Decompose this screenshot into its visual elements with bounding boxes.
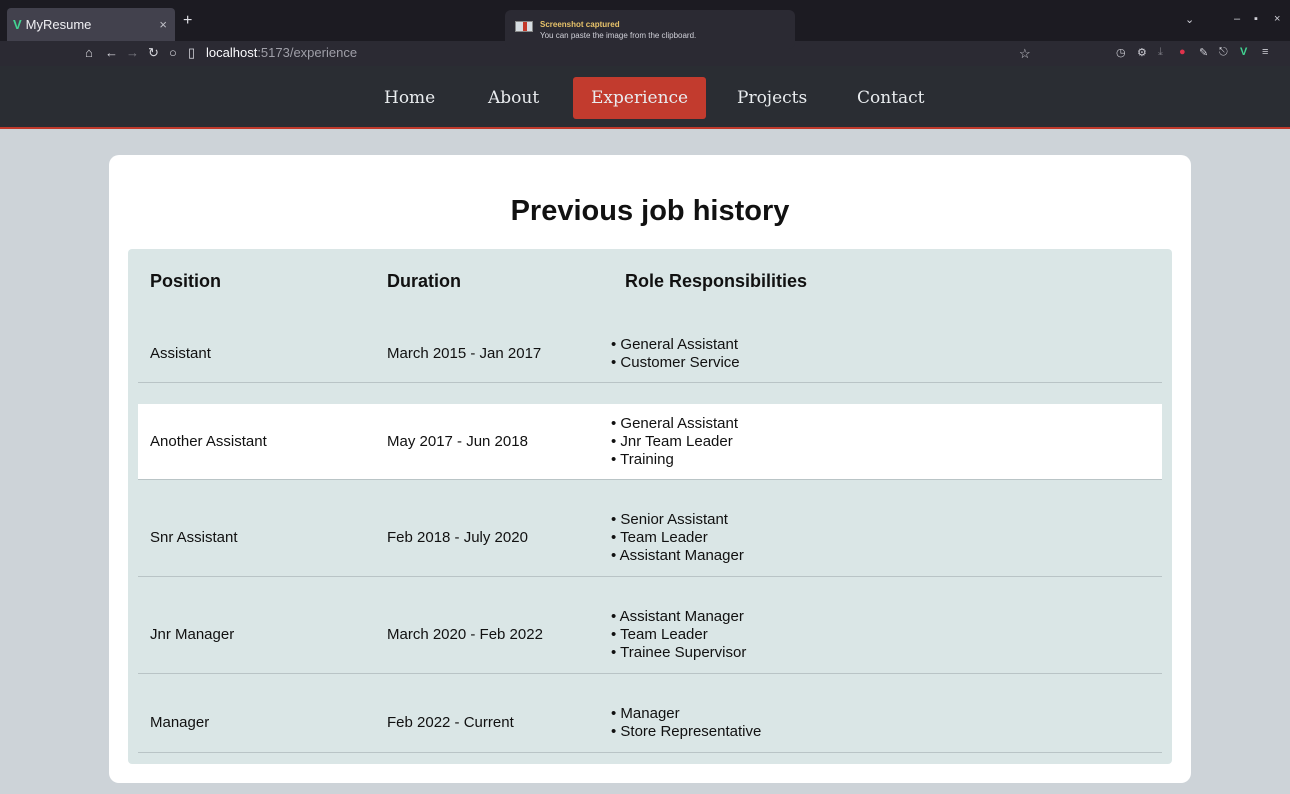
column-header-position: Position xyxy=(150,271,221,291)
nav-about[interactable]: About xyxy=(470,77,557,119)
forward-icon[interactable]: → xyxy=(126,45,139,60)
responsibility-item: General Assistant xyxy=(611,415,738,433)
responsibility-item: Training xyxy=(611,451,738,469)
position-cell: Jnr Manager xyxy=(150,626,235,643)
table-row: Manager Feb 2022 - Current Manager Store… xyxy=(138,674,1162,753)
responsibility-item: Team Leader xyxy=(611,626,746,644)
maximize-icon[interactable]: ▪ xyxy=(1254,13,1258,25)
responsibilities-list: Assistant Manager Team Leader Trainee Su… xyxy=(611,608,747,662)
responsibility-item: Assistant Manager xyxy=(611,608,746,626)
new-tab-button[interactable]: + xyxy=(183,12,192,30)
experience-card: Previous job history Position Duration R… xyxy=(109,155,1191,783)
responsibility-item: Assistant Manager xyxy=(611,547,744,565)
table-row: Another Assistant May 2017 - Jun 2018 Ge… xyxy=(138,404,1162,480)
responsibility-item: Team Leader xyxy=(611,529,744,547)
download-icon[interactable]: ⤓ xyxy=(1158,46,1163,59)
responsibilities-list: General Assistant Jnr Team Leader Traini… xyxy=(611,415,738,469)
job-history-table: Position Duration Role Responsibilities … xyxy=(128,249,1172,764)
url-host: localhost xyxy=(206,45,258,60)
site-navbar: Home About Experience Projects Contact xyxy=(0,66,1290,129)
extension-icon[interactable]: ✎ xyxy=(1199,46,1208,59)
responsibility-item: Store Representative xyxy=(611,723,761,741)
close-window-icon[interactable]: × xyxy=(1274,13,1280,25)
responsibility-item: Senior Assistant xyxy=(611,511,744,529)
screenshot-notification: Screenshot captured You can paste the im… xyxy=(505,10,795,49)
duration-cell: May 2017 - Jun 2018 xyxy=(387,433,528,450)
vue-logo-icon: V xyxy=(13,17,22,32)
nav-projects[interactable]: Projects xyxy=(719,77,825,119)
column-header-duration: Duration xyxy=(387,271,461,291)
url-path: :5173/experience xyxy=(257,45,358,60)
column-header-responsibilities: Role Responsibilities xyxy=(625,271,808,291)
minimize-icon[interactable]: – xyxy=(1234,13,1240,25)
position-cell: Another Assistant xyxy=(150,433,267,450)
responsibilities-list: Senior Assistant Team Leader Assistant M… xyxy=(611,511,744,565)
back-icon[interactable]: ← xyxy=(105,45,118,60)
vue-devtools-icon[interactable]: V xyxy=(1240,46,1247,58)
responsibility-item: Customer Service xyxy=(611,354,739,372)
duration-cell: March 2015 - Jan 2017 xyxy=(387,345,542,362)
shield-icon[interactable]: ○ xyxy=(169,45,177,60)
notification-message: You can paste the image from the clipboa… xyxy=(540,30,697,40)
nav-contact[interactable]: Contact xyxy=(839,77,943,119)
table-header: Position Duration Role Responsibilities xyxy=(128,249,1172,315)
nav-experience[interactable]: Experience xyxy=(573,77,707,119)
duration-cell: Feb 2022 - Current xyxy=(387,714,514,731)
ublock-icon[interactable]: ● xyxy=(1179,46,1186,58)
url-bar[interactable]: localhost:5173/experience xyxy=(206,45,357,60)
position-cell: Manager xyxy=(150,714,210,731)
tab-title: MyResume xyxy=(25,17,92,32)
history-icon[interactable]: ◷ xyxy=(1116,46,1126,59)
menu-icon[interactable]: ≡ xyxy=(1262,46,1268,58)
table-row: Jnr Manager March 2020 - Feb 2022 Assist… xyxy=(138,577,1162,674)
table-row: Snr Assistant Feb 2018 - July 2020 Senio… xyxy=(138,480,1162,577)
responsibilities-list: Manager Store Representative xyxy=(611,705,761,741)
share-icon[interactable]: ⎋ xyxy=(1219,46,1228,59)
page-title: Previous job history xyxy=(510,195,790,227)
responsibility-item: Trainee Supervisor xyxy=(611,644,746,662)
responsibility-item: General Assistant xyxy=(611,336,740,354)
duration-cell: March 2020 - Feb 2022 xyxy=(387,626,543,643)
home-icon[interactable]: ⌂ xyxy=(85,45,93,60)
position-cell: Assistant xyxy=(150,345,211,362)
screenshot-thumbnail xyxy=(515,21,533,32)
page-icon: ▯ xyxy=(188,45,196,60)
notification-title: Screenshot captured xyxy=(540,19,620,29)
chevron-down-icon[interactable]: ⌄ xyxy=(1185,13,1194,26)
browser-tab[interactable]: V MyResume × xyxy=(7,8,175,41)
duration-cell: Feb 2018 - July 2020 xyxy=(387,529,528,546)
responsibility-item: Manager xyxy=(611,705,761,723)
position-cell: Snr Assistant xyxy=(150,529,238,546)
responsibility-item: Jnr Team Leader xyxy=(611,433,738,451)
settings-icon[interactable]: ⚙ xyxy=(1137,46,1147,59)
close-tab-icon[interactable]: × xyxy=(159,17,167,32)
reload-icon[interactable]: ↻ xyxy=(148,45,159,61)
table-row: Assistant March 2015 - Jan 2017 General … xyxy=(138,315,1162,383)
responsibilities-list: General Assistant Customer Service xyxy=(611,336,740,372)
nav-home[interactable]: Home xyxy=(366,77,453,119)
bookmark-star-icon[interactable]: ☆ xyxy=(1019,46,1031,62)
